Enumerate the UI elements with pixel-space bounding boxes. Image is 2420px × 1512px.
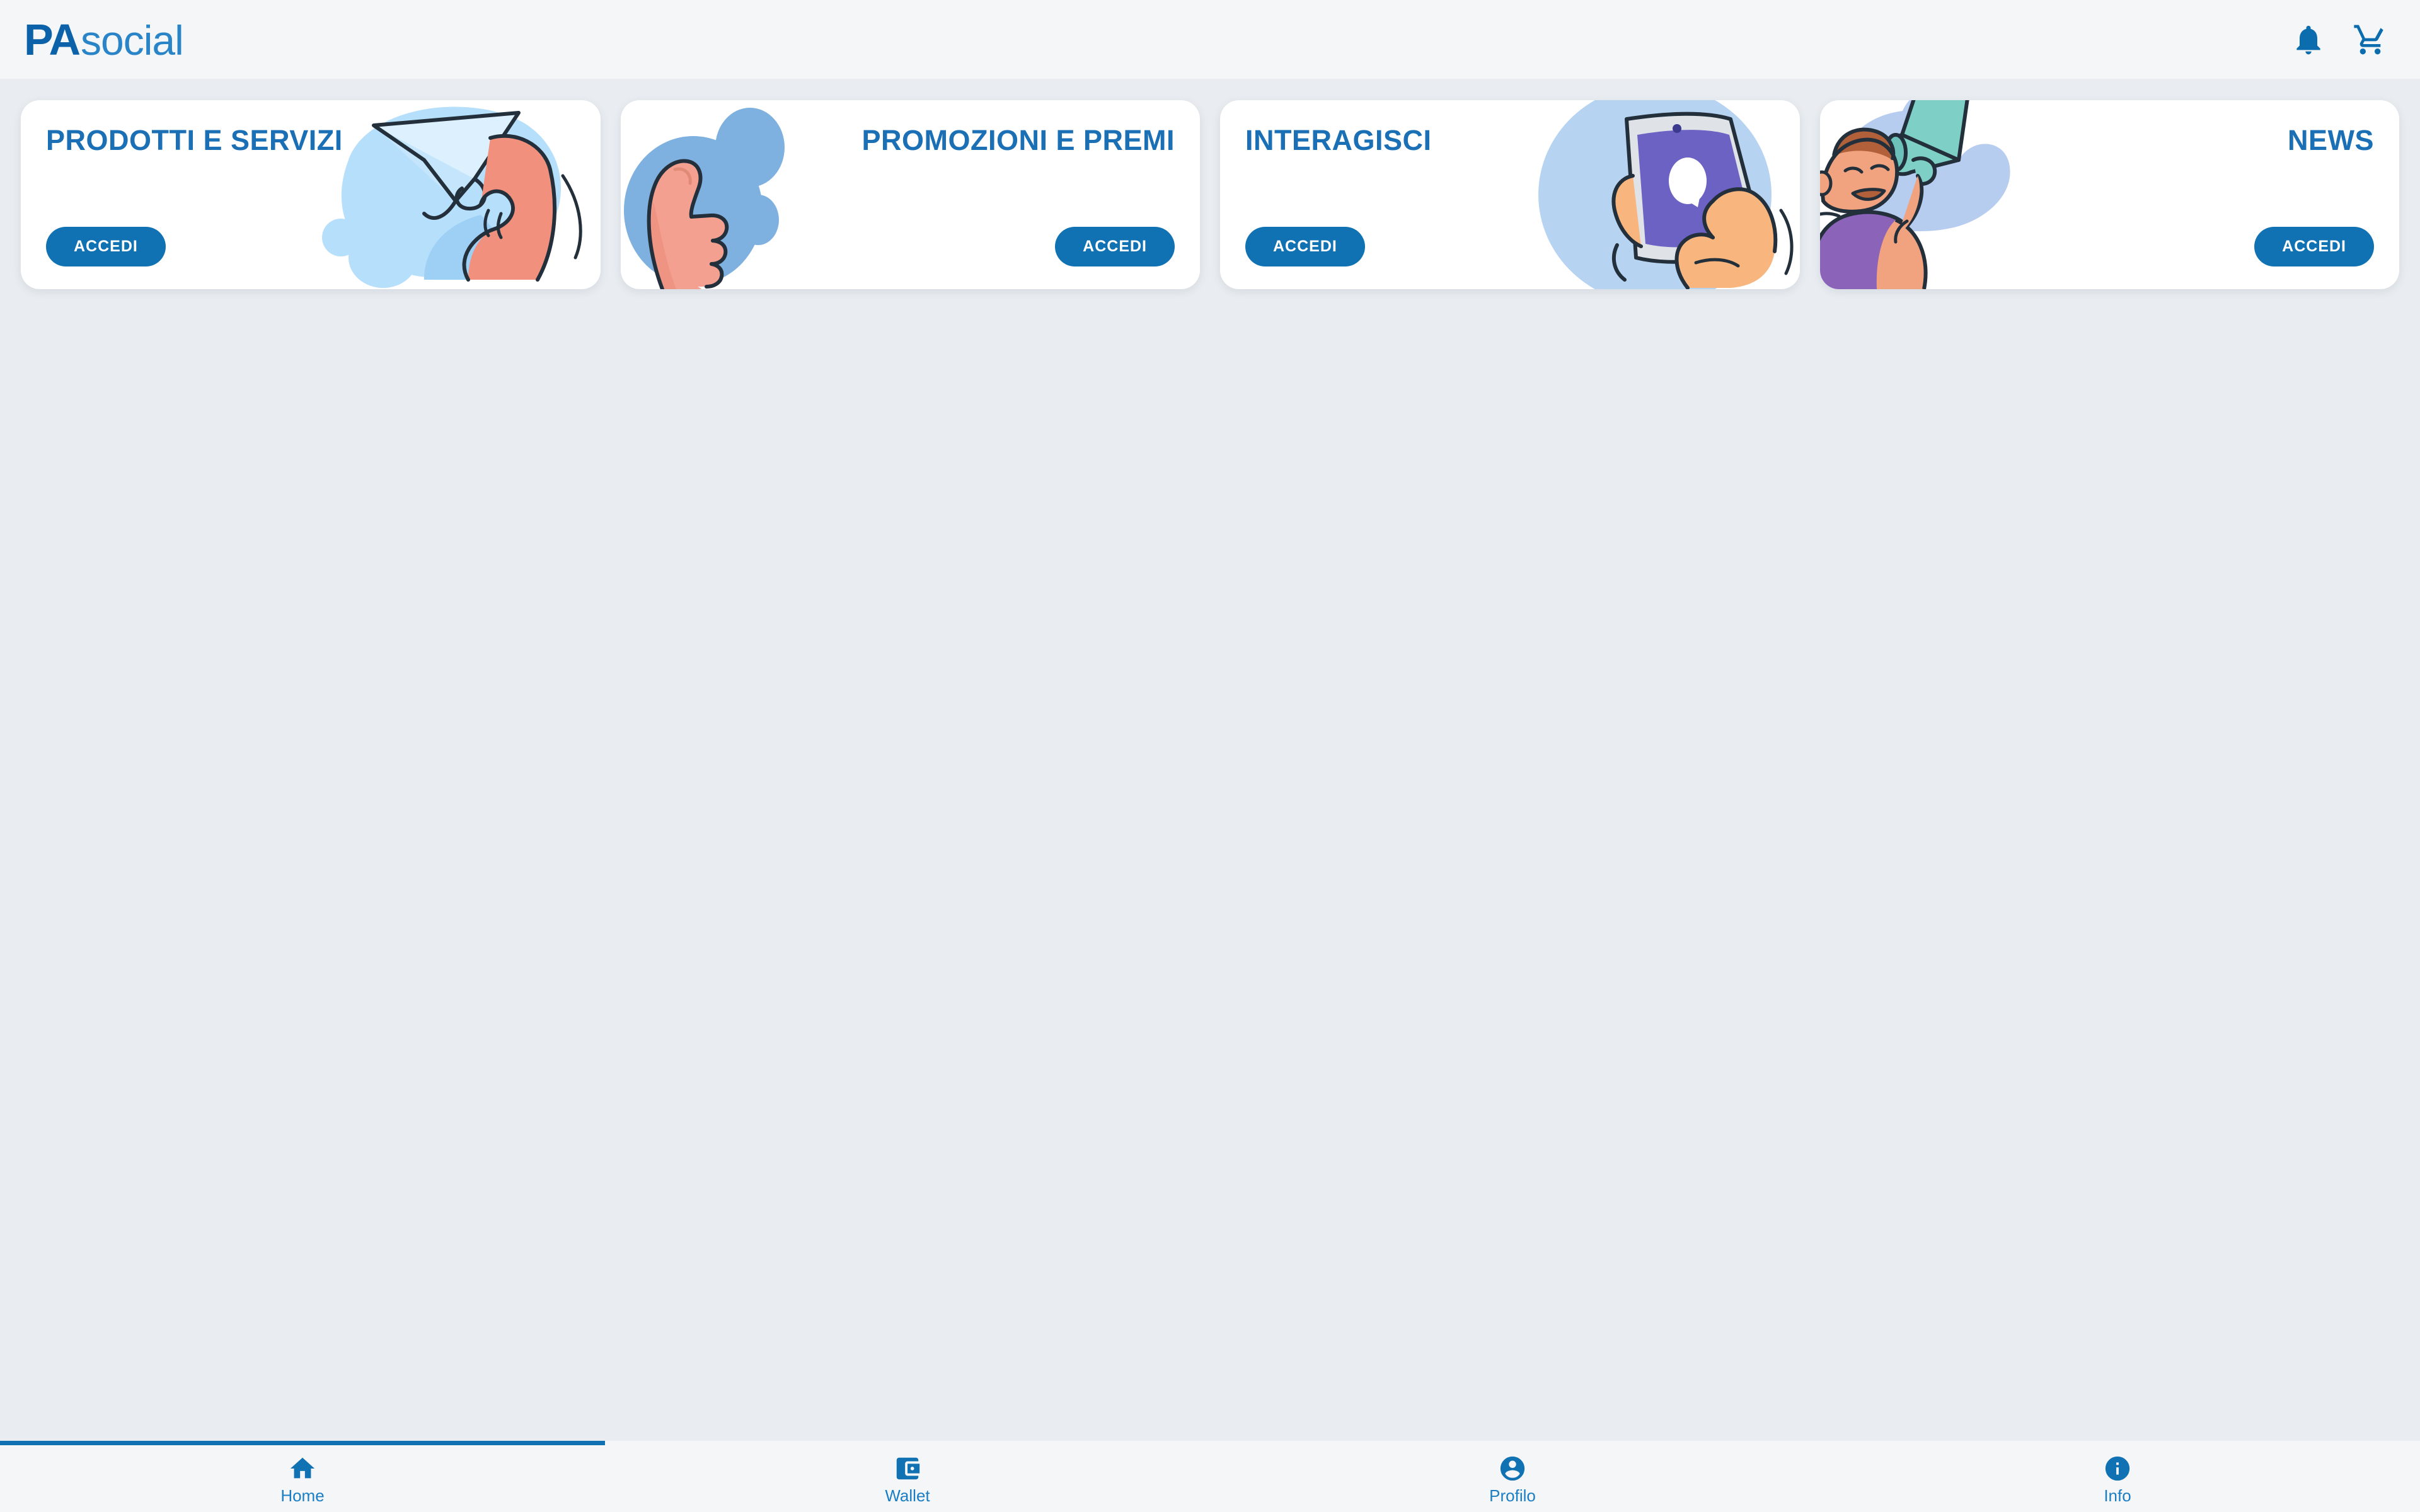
account-icon	[1497, 1453, 1528, 1484]
logo-text-secondary: social	[81, 16, 184, 64]
cards-row: PRODOTTI E SERVIZI ACCEDI PROMOZIONI E P…	[21, 100, 2399, 289]
logo-text-primary: PA	[24, 14, 81, 64]
header-actions	[2289, 20, 2390, 59]
main-content: PRODOTTI E SERVIZI ACCEDI PROMOZIONI E P…	[0, 79, 2420, 1441]
card-news[interactable]: NEWS ACCEDI	[1819, 100, 2400, 289]
card-title: INTERAGISCI	[1245, 124, 1432, 156]
bottom-navigation: Home Wallet Profilo Info	[0, 1441, 2420, 1512]
card-title: PRODOTTI E SERVIZI	[46, 124, 343, 156]
info-icon	[2102, 1453, 2133, 1484]
card-content: INTERAGISCI ACCEDI	[1220, 100, 1800, 289]
accedi-button[interactable]: ACCEDI	[2254, 227, 2374, 266]
home-icon	[287, 1453, 318, 1484]
cart-icon[interactable]	[2351, 20, 2390, 59]
card-title: NEWS	[2288, 124, 2374, 156]
accedi-button[interactable]: ACCEDI	[46, 227, 166, 266]
nav-label-home: Home	[280, 1486, 325, 1505]
nav-item-wallet[interactable]: Wallet	[605, 1441, 1210, 1512]
nav-label-info: Info	[2104, 1486, 2131, 1505]
card-content: PRODOTTI E SERVIZI ACCEDI	[21, 100, 601, 289]
nav-label-profilo: Profilo	[1489, 1486, 1536, 1505]
wallet-icon	[892, 1453, 923, 1484]
nav-item-profilo[interactable]: Profilo	[1210, 1441, 1815, 1512]
accedi-button[interactable]: ACCEDI	[1055, 227, 1175, 266]
card-interagisci[interactable]: INTERAGISCI ACCEDI	[1220, 100, 1800, 289]
card-content: PROMOZIONI E PREMI ACCEDI	[621, 100, 1201, 289]
nav-label-wallet: Wallet	[885, 1486, 930, 1505]
card-promozioni-e-premi[interactable]: PROMOZIONI E PREMI ACCEDI	[620, 100, 1201, 289]
active-tab-indicator	[0, 1441, 605, 1445]
app-header: PA social	[0, 0, 2420, 79]
app-logo[interactable]: PA social	[24, 14, 184, 64]
card-title: PROMOZIONI E PREMI	[861, 124, 1175, 156]
card-prodotti-e-servizi[interactable]: PRODOTTI E SERVIZI ACCEDI	[21, 100, 601, 289]
nav-item-home[interactable]: Home	[0, 1441, 605, 1512]
notifications-icon[interactable]	[2289, 20, 2328, 59]
card-content: NEWS ACCEDI	[1820, 100, 2400, 289]
nav-item-info[interactable]: Info	[1815, 1441, 2420, 1512]
accedi-button[interactable]: ACCEDI	[1245, 227, 1365, 266]
